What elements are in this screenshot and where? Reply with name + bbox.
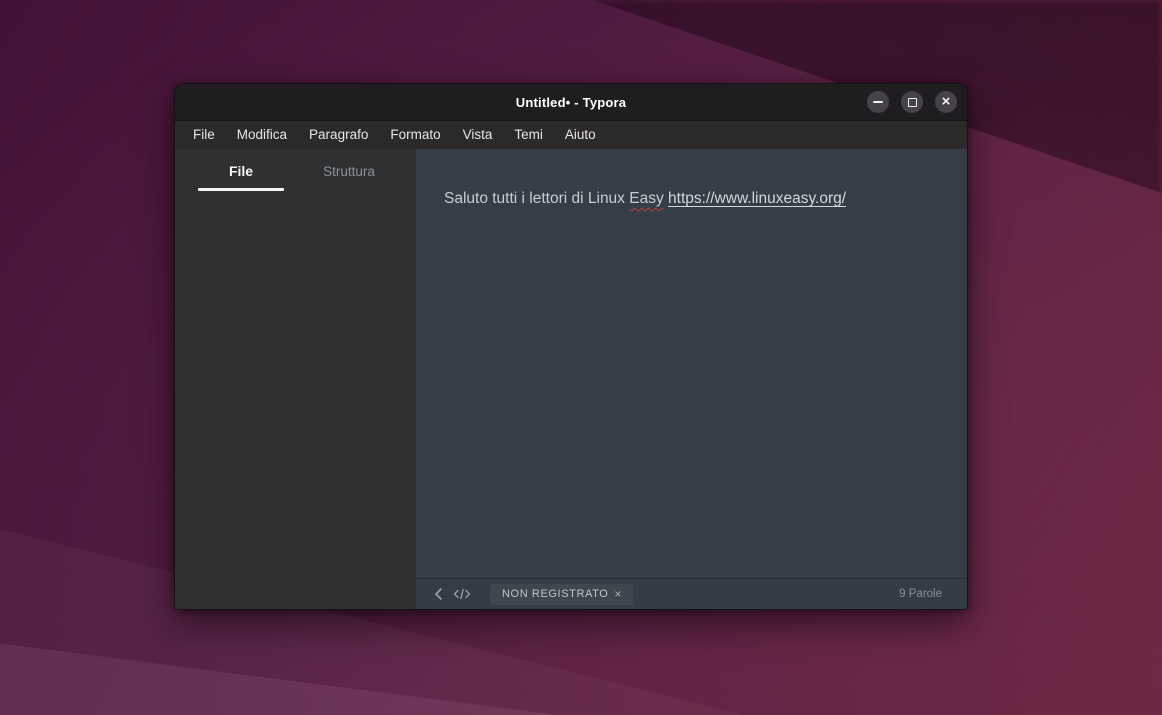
desktop-background: Untitled• - Typora × File Modifica Parag… [0, 0, 1162, 715]
window-titlebar[interactable]: Untitled• - Typora × [175, 84, 967, 121]
menu-item-temi[interactable]: Temi [503, 123, 554, 147]
sidebar-tabs: File Struttura [175, 163, 416, 191]
close-button[interactable]: × [935, 91, 957, 113]
window-content: File Struttura Saluto tutti i lettori di… [175, 149, 967, 609]
typora-window: Untitled• - Typora × File Modifica Parag… [174, 83, 968, 610]
unregistered-badge-label: NON REGISTRATO [502, 588, 608, 600]
menu-bar: File Modifica Paragrafo Formato Vista Te… [175, 121, 967, 149]
unregistered-badge[interactable]: NON REGISTRATO × [490, 584, 633, 605]
editor-area[interactable]: Saluto tutti i lettori di Linux Easy htt… [416, 149, 967, 578]
sidebar-tab-struttura-label: Struttura [323, 164, 375, 179]
window-title: Untitled• - Typora [516, 95, 626, 110]
paragraph[interactable]: Saluto tutti i lettori di Linux Easy htt… [444, 187, 939, 210]
sidebar-toggle-icon[interactable] [426, 583, 450, 605]
sidebar-tab-file-label: File [229, 163, 253, 179]
status-bar: NON REGISTRATO × 9 Parole [416, 578, 967, 609]
editor-column: Saluto tutti i lettori di Linux Easy htt… [416, 149, 967, 609]
paragraph-text: Saluto tutti i lettori di Linux [444, 190, 629, 207]
sidebar: File Struttura [175, 149, 416, 609]
linuxeasy-link[interactable]: https://www.linuxeasy.org/ [668, 190, 846, 207]
sidebar-tab-file[interactable]: File [198, 163, 284, 191]
active-tab-underline [198, 188, 284, 191]
maximize-icon [908, 98, 917, 107]
misspelled-word: Easy [629, 190, 663, 207]
menu-item-formato[interactable]: Formato [379, 123, 451, 147]
window-controls: × [867, 84, 957, 120]
menu-item-file[interactable]: File [182, 123, 226, 147]
dismiss-badge-icon[interactable]: × [614, 588, 621, 600]
maximize-button[interactable] [901, 91, 923, 113]
menu-item-paragrafo[interactable]: Paragrafo [298, 123, 379, 147]
source-code-mode-icon[interactable] [450, 583, 474, 605]
sidebar-tab-struttura[interactable]: Struttura [306, 163, 392, 191]
word-count: 9 Parole [899, 588, 942, 600]
minimize-button[interactable] [867, 91, 889, 113]
menu-item-modifica[interactable]: Modifica [226, 123, 298, 147]
menu-item-vista[interactable]: Vista [452, 123, 504, 147]
menu-item-aiuto[interactable]: Aiuto [554, 123, 607, 147]
close-icon: × [942, 94, 951, 109]
minimize-icon [873, 101, 883, 103]
